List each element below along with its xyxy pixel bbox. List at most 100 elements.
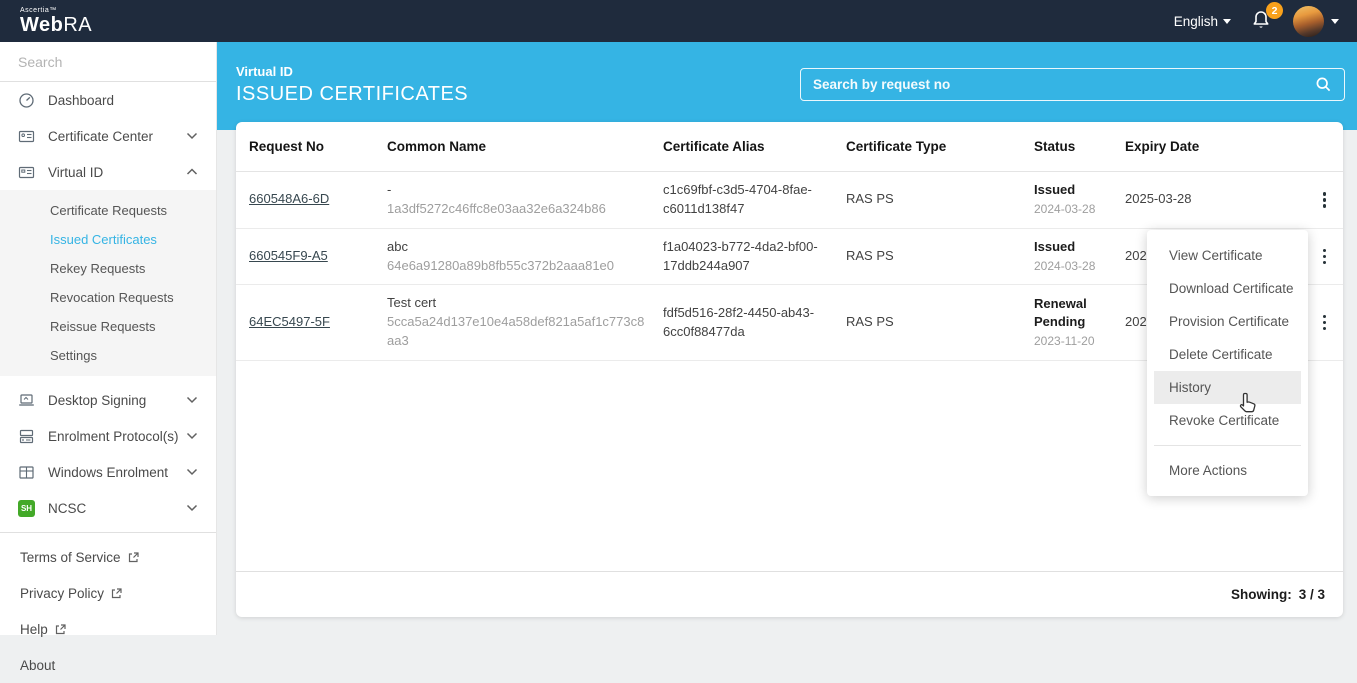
request-no-link[interactable]: 660548A6-6D (249, 191, 329, 206)
brand-web: Web (20, 14, 64, 36)
certificate-card-icon (18, 128, 35, 145)
sidebar-item-certificate-center[interactable]: Certificate Center (0, 118, 216, 154)
menu-item-history[interactable]: History (1154, 371, 1301, 404)
common-name: Test cert (387, 295, 437, 311)
sidebar-item-issued-certificates[interactable]: Issued Certificates (0, 225, 216, 254)
certificate-alias: c1c69fbf-c3d5-4704-8fae-c6011d138f47 (663, 182, 812, 216)
user-menu[interactable] (1293, 5, 1339, 37)
row-actions-button[interactable] (1312, 244, 1338, 270)
request-no-link[interactable]: 660545F9-A5 (249, 248, 328, 263)
sidebar-divider (0, 532, 216, 533)
dashboard-icon (18, 92, 35, 109)
external-link-icon (111, 587, 122, 598)
sidebar-item-windows-enrolment[interactable]: Windows Enrolment (0, 454, 216, 490)
chevron-up-icon (186, 168, 198, 175)
sidebar-search-input[interactable] (18, 53, 199, 70)
common-name-hash: 1a3df5272c46ffc8e03aa32e6a324b86 (387, 200, 606, 216)
window-grid-icon (18, 464, 35, 481)
chevron-down-icon (1223, 18, 1231, 24)
brand-ra: RA (63, 14, 93, 36)
menu-divider (1154, 445, 1301, 446)
chevron-down-icon (186, 396, 198, 404)
row-actions-button[interactable] (1312, 187, 1338, 213)
footer-link-label: About (20, 657, 56, 673)
certificate-type: RAS PS (846, 248, 894, 264)
menu-item-provision-certificate[interactable]: Provision Certificate (1154, 305, 1301, 338)
sidebar-item-virtual-id[interactable]: Virtual ID (0, 154, 216, 190)
menu-item-more-actions[interactable]: More Actions (1154, 454, 1301, 487)
certificate-alias: fdf5d516-28f2-4450-ab43-6cc0f88477da (663, 304, 815, 339)
sidebar-item-label: Dashboard (48, 92, 115, 108)
top-bar: Ascertia™ WebRA English 2 (0, 0, 1357, 42)
avatar (1293, 5, 1324, 37)
sidebar-item-enrolment-protocols[interactable]: Enrolment Protocol(s) (0, 418, 216, 454)
column-header: Request No (249, 138, 325, 154)
search-icon[interactable] (1315, 76, 1332, 93)
chevron-down-icon (186, 432, 198, 440)
help-link[interactable]: Help (0, 611, 216, 647)
about-link[interactable]: About (0, 647, 216, 683)
menu-item-delete-certificate[interactable]: Delete Certificate (1154, 338, 1301, 371)
column-header: Common Name (387, 138, 487, 154)
notifications-button[interactable]: 2 (1249, 2, 1283, 34)
page-title: ISSUED CERTIFICATES (236, 83, 469, 105)
chevron-down-icon (186, 504, 198, 512)
status-date: 2023-11-20 (1034, 334, 1095, 349)
app-logo: Ascertia™ WebRA (20, 7, 92, 35)
terms-of-service-link[interactable]: Terms of Service (0, 539, 216, 575)
common-name: - (387, 182, 392, 197)
external-link-icon (55, 623, 66, 634)
status-date: 2024-03-28 (1034, 202, 1096, 217)
pointer-cursor-icon (1239, 392, 1256, 413)
request-no-link[interactable]: 64EC5497-5F (249, 314, 330, 329)
menu-item-view-certificate[interactable]: View Certificate (1154, 239, 1301, 272)
footer-link-label: Terms of Service (20, 549, 121, 565)
table-footer: Showing: 3 / 3 (236, 571, 1343, 617)
certificate-type: RAS PS (846, 314, 894, 330)
column-header: Status (1034, 138, 1076, 154)
laptop-icon (18, 392, 35, 409)
sidebar-item-desktop-signing[interactable]: Desktop Signing (0, 382, 216, 418)
sidebar-item-certificate-requests[interactable]: Certificate Requests (0, 196, 216, 225)
status: Renewal Pending (1034, 295, 1087, 330)
showing-value: 3 / 3 (1298, 587, 1325, 602)
sidebar-item-dashboard[interactable]: Dashboard (0, 82, 216, 118)
row-actions-button[interactable] (1312, 310, 1338, 336)
virtual-id-icon (18, 164, 35, 181)
sidebar-item-rekey-requests[interactable]: Rekey Requests (0, 254, 216, 283)
page-header-band: Virtual ID ISSUED CERTIFICATES (217, 42, 1357, 130)
menu-item-revoke-certificate[interactable]: Revoke Certificate (1154, 404, 1301, 437)
sidebar-item-revocation-requests[interactable]: Revocation Requests (0, 283, 216, 312)
common-name-hash: 64e6a91280a89b8fb55c372b2aaa81e0 (387, 257, 615, 273)
request-search-input[interactable] (813, 77, 1315, 92)
sidebar-item-ncsc[interactable]: SH NCSC (0, 490, 216, 526)
breadcrumb: Virtual ID (236, 64, 293, 79)
sidebar-item-label: Virtual ID (48, 164, 104, 180)
column-header: Certificate Alias (663, 138, 765, 154)
column-header: Certificate Type (846, 138, 947, 154)
protocol-machine-icon (18, 428, 35, 445)
chevron-down-icon (1331, 18, 1339, 24)
expiry-date: 2025-03-28 (1125, 191, 1192, 207)
privacy-policy-link[interactable]: Privacy Policy (0, 575, 216, 611)
language-label: English (1173, 13, 1218, 29)
notification-badge: 2 (1266, 2, 1283, 19)
language-selector[interactable]: English (1174, 14, 1231, 29)
submenu-label: Revocation Requests (50, 290, 174, 305)
sidebar-search (0, 42, 216, 82)
sidebar: Dashboard Certificate Center Virtual ID … (0, 42, 217, 673)
chevron-down-icon (186, 468, 198, 476)
sidebar-item-settings[interactable]: Settings (0, 341, 216, 370)
row-actions-menu: View Certificate Download Certificate Pr… (1147, 230, 1308, 496)
menu-item-download-certificate[interactable]: Download Certificate (1154, 272, 1301, 305)
table-header-row: Request No Common Name Certificate Alias… (236, 122, 1343, 172)
table-search (800, 68, 1345, 101)
sidebar-item-reissue-requests[interactable]: Reissue Requests (0, 312, 216, 341)
ncsc-badge-text: SH (18, 499, 35, 517)
submenu-label: Reissue Requests (50, 319, 156, 334)
submenu-label: Settings (50, 348, 97, 363)
submenu-label: Issued Certificates (50, 232, 157, 247)
sidebar-item-label: Windows Enrolment (48, 464, 169, 480)
sidebar-item-label: Desktop Signing (48, 392, 147, 408)
certificate-type: RAS PS (846, 191, 894, 207)
